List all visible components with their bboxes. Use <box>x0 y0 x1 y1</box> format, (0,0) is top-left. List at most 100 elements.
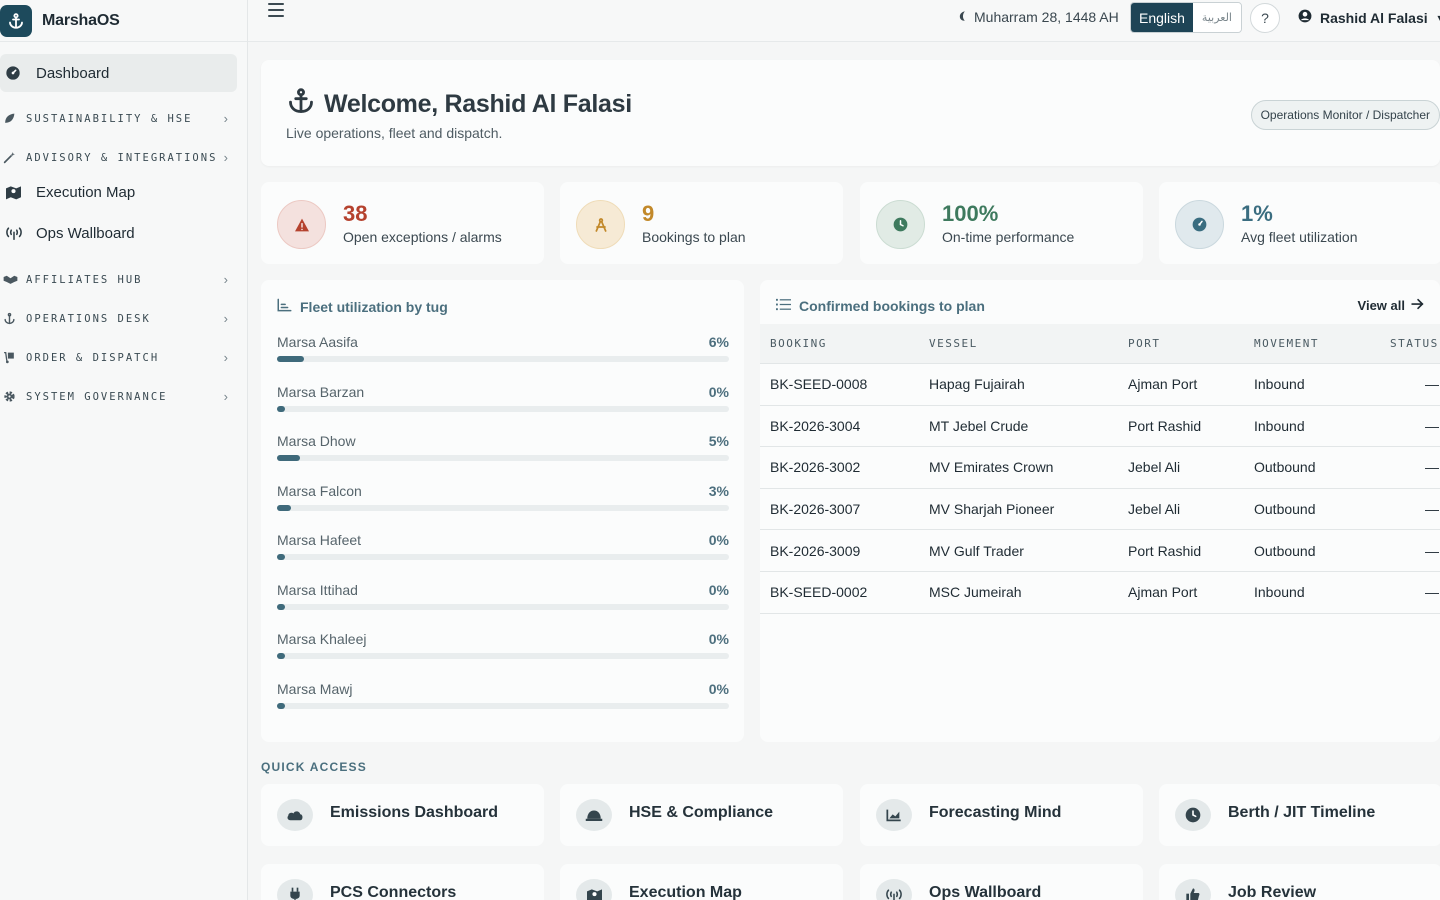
kpi-card-otp[interactable]: 100% On-time performance <box>860 182 1143 264</box>
utilization-bar-fill <box>277 504 291 511</box>
quick-access-job-review[interactable]: Job Review <box>1159 864 1440 900</box>
utilization-bar-track <box>277 405 729 412</box>
utilization-bar-fill <box>277 356 304 362</box>
broadcast-tower-icon <box>0 226 36 240</box>
sidebar-section-governance[interactable]: SYSTEM GOVERNANCE › <box>0 377 248 416</box>
tug-percentage: 3% <box>708 482 729 499</box>
tug-name: Marsa Dhow <box>277 433 356 449</box>
map-icon <box>576 879 612 900</box>
table-cell: — <box>1425 501 1439 518</box>
table-row[interactable]: BK-SEED-0008 Hapag Fujairah Ajman Port Inbo… <box>760 364 1440 406</box>
leaf-icon <box>0 112 26 125</box>
panel-title: Fleet utilization by tug <box>277 298 448 315</box>
tug-name: Marsa Aasifa <box>277 334 358 350</box>
user-circle-icon <box>1298 9 1312 26</box>
kpi-value: 9 <box>642 201 655 226</box>
table-cell: Port Rashid <box>1128 542 1202 559</box>
view-all-link[interactable]: View all <box>1358 298 1424 313</box>
table-cell: BK-SEED-0008 <box>770 376 868 393</box>
handshake-icon <box>0 274 26 285</box>
table-cell: MT Jebel Crude <box>929 417 1029 434</box>
section-label: OPERATIONS DESK <box>26 312 151 325</box>
table-row[interactable]: BK-2026-3002 MV Emirates Crown Jebel Ali Ou… <box>760 447 1440 489</box>
section-label: ORDER & DISPATCH <box>26 351 160 364</box>
quick-access-label: PCS Connectors <box>330 884 457 900</box>
quick-access-pcs-connectors[interactable]: PCS Connectors <box>261 864 544 900</box>
quick-access-ops-wallboard[interactable]: Ops Wallboard <box>860 864 1143 900</box>
sidebar-item-dashboard[interactable]: Dashboard <box>0 54 237 92</box>
gear-icon <box>0 390 26 403</box>
anchor-icon <box>0 312 26 325</box>
quick-access-emissions-dashboard[interactable]: Emissions Dashboard <box>261 784 544 846</box>
table-cell: Inbound <box>1254 417 1305 434</box>
quick-access-hse-compliance[interactable]: HSE & Compliance <box>560 784 843 846</box>
clock-icon <box>876 200 925 249</box>
table-row[interactable]: BK-2026-3004 MT Jebel Crude Port Rashid Inb… <box>760 406 1440 448</box>
table-cell: BK-2026-3007 <box>770 501 861 518</box>
lang-english-button[interactable]: English <box>1131 3 1193 32</box>
table-cell: MV Emirates Crown <box>929 459 1054 476</box>
quick-access-forecasting-mind[interactable]: Forecasting Mind <box>860 784 1143 846</box>
quick-access-berth-jit-timeline[interactable]: Berth / JIT Timeline <box>1159 784 1440 846</box>
bookings-panel: Confirmed bookings to plan View all BOOK… <box>760 280 1440 742</box>
fleet-row: Marsa Falcon 3% <box>277 483 729 523</box>
moon-icon <box>958 9 969 25</box>
utilization-bar-fill <box>277 455 300 461</box>
sidebar-item-execution-map[interactable]: Execution Map <box>0 173 238 211</box>
table-cell: BK-SEED-0002 <box>770 584 868 601</box>
sidebar-section-advisory[interactable]: ADVISORY & INTEGRATIONS › <box>0 138 248 177</box>
kpi-card-exceptions[interactable]: 38 Open exceptions / alarms <box>261 182 544 264</box>
utilization-bar-track <box>277 603 729 610</box>
utilization-bar-fill <box>277 653 285 659</box>
brand[interactable]: MarshaOS <box>0 0 247 42</box>
quick-access-heading: QUICK ACCESS <box>261 760 367 774</box>
sidebar-section-sustainability[interactable]: SUSTAINABILITY & HSE › <box>0 99 248 138</box>
table-row[interactable]: BK-2026-3009 MV Gulf Trader Port Rashid Out… <box>760 530 1440 572</box>
clock-icon <box>1175 799 1211 831</box>
tug-percentage: 6% <box>708 334 729 350</box>
quick-access-execution-map[interactable]: Execution Map <box>560 864 843 900</box>
thumbs-up-icon <box>1175 879 1211 900</box>
user-menu[interactable]: Rashid Al Falasi ▼ <box>1298 9 1440 26</box>
magic-wand-icon <box>0 151 26 164</box>
utilization-bar-track <box>277 356 729 362</box>
table-cell: Inbound <box>1254 376 1305 393</box>
fleet-row: Marsa Mawj 0% <box>277 681 729 721</box>
table-cell: — <box>1425 584 1439 601</box>
chevron-right-icon: › <box>223 350 228 365</box>
map-icon <box>0 185 36 200</box>
table-cell: Inbound <box>1254 584 1305 601</box>
column-header: STATUS <box>1390 337 1439 350</box>
table-cell: MSC Jumeirah <box>929 584 1022 601</box>
kpi-card-utilization[interactable]: 1% Avg fleet utilization <box>1159 182 1440 264</box>
fleet-utilization-panel: Fleet utilization by tug Marsa Aasifa 6% M… <box>261 280 744 742</box>
column-header: VESSEL <box>929 337 978 350</box>
sidebar-section-affiliates[interactable]: AFFILIATES HUB › <box>0 260 248 299</box>
table-cell: Hapag Fujairah <box>929 376 1025 393</box>
sidebar-section-order[interactable]: ORDER & DISPATCH › <box>0 338 248 377</box>
section-label: SYSTEM GOVERNANCE <box>26 390 168 403</box>
fleet-row: Marsa Hafeet 0% <box>277 532 729 572</box>
utilization-bar-track <box>277 702 729 709</box>
sidebar-item-label: Ops Wallboard <box>36 224 135 242</box>
fleet-row: Marsa Barzan 0% <box>277 384 729 424</box>
kpi-card-bookings[interactable]: 9 Bookings to plan <box>560 182 843 264</box>
sidebar-section-operations[interactable]: OPERATIONS DESK › <box>0 299 248 338</box>
help-button[interactable]: ? <box>1250 3 1280 33</box>
utilization-bar-track <box>277 504 729 511</box>
kpi-value: 38 <box>343 201 368 226</box>
sidebar-item-ops-wallboard[interactable]: Ops Wallboard <box>0 214 238 252</box>
lang-arabic-button[interactable]: العربية <box>1192 3 1241 32</box>
table-header: BOOKING VESSEL PORT MOVEMENT STATUS <box>760 324 1440 364</box>
section-label: AFFILIATES HUB <box>26 273 143 286</box>
table-cell: — <box>1425 376 1439 393</box>
table-row[interactable]: BK-SEED-0002 MSC Jumeirah Ajman Port Inboun… <box>760 572 1440 614</box>
chevron-right-icon: › <box>223 150 228 165</box>
fleet-row: Marsa Khaleej 0% <box>277 631 729 671</box>
table-row[interactable]: BK-2026-3007 MV Sharjah Pioneer Jebel Ali O… <box>760 489 1440 531</box>
tug-name: Marsa Hafeet <box>277 532 362 548</box>
column-header: MOVEMENT <box>1254 337 1319 350</box>
kpi-label: Open exceptions / alarms <box>343 229 502 245</box>
hamburger-menu-icon[interactable] <box>268 0 290 20</box>
hard-hat-icon <box>576 799 612 831</box>
